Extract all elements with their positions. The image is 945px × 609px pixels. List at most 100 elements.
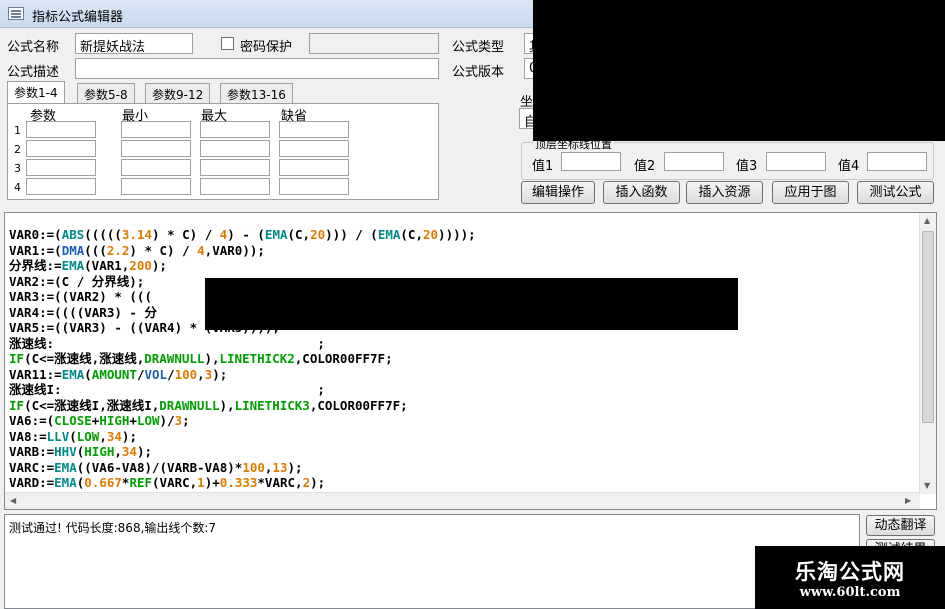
code-line[interactable]: VAR11:=EMA(AMOUNT/VOL/100,3); [9,367,476,383]
tab-params-5-8[interactable]: 参数5-8 [77,83,135,103]
code-token: ), [204,351,220,366]
code-token: (VAR1, [84,258,130,273]
code-token: DMA [61,242,85,258]
code-line[interactable]: IF(C<=涨速线,涨速线,DRAWNULL),LINETHICK2,COLOR… [9,351,476,367]
insert-function-button[interactable]: 插入函数 [603,181,680,204]
type-label: 公式类型 [452,40,505,55]
code-token: ); [287,459,303,475]
param-default-cell[interactable] [279,178,349,195]
param-name-cell[interactable] [26,121,96,138]
code-token: / [167,366,175,382]
code-editor[interactable]: VAR0:=(ABS(((((3.14) * C) / 4) - (EMA(C,… [4,212,937,510]
status-box: 测试通过! 代码长度:868,输出线个数:7 [4,514,860,609]
horizontal-scrollbar[interactable]: ◀ ▶ [5,492,920,509]
axis-value3-input[interactable] [766,152,826,171]
name-input[interactable]: 新提妖战法 [75,33,193,54]
param-min-cell[interactable] [121,178,191,195]
tab-params-9-12[interactable]: 参数9-12 [145,83,211,103]
code-token: VARD:= [9,475,55,490]
code-token: , [114,444,122,459]
insert-resource-button[interactable]: 插入资源 [686,181,763,204]
desc-label: 公式描述 [7,65,60,80]
code-line[interactable]: IF(C<=涨速线I,涨速线I,DRAWNULL),LINETHICK3,COL… [9,398,476,414]
param-name-cell[interactable] [26,140,96,157]
password-checkbox[interactable] [221,37,234,50]
code-token: 0.667 [84,475,122,490]
code-token: ) * C) / [152,227,220,242]
param-min-cell[interactable] [121,121,191,138]
code-token: EMA [264,227,288,242]
scroll-right-icon[interactable]: ▶ [905,496,911,505]
code-token: + [129,413,137,428]
code-line[interactable]: VARD:=EMA(0.667*REF(VARC,1)+0.333*VARC,2… [9,475,476,491]
password-input[interactable] [309,33,439,54]
code-line[interactable]: 涨速线I: ; [9,382,476,398]
code-token: 涨速线: ; [9,335,325,351]
code-token: CLOSE [54,413,92,428]
vertical-scrollbar[interactable]: ▲ ▼ [919,213,936,494]
scroll-up-icon[interactable]: ▲ [924,216,930,225]
code-line[interactable]: 涨速线: ; [9,336,476,352]
edit-operations-button[interactable]: 编辑操作 [521,181,595,204]
code-token: ))) / ( [325,227,378,242]
window-title: 指标公式编辑器 [32,10,124,25]
axis-value3-label: 值3 [736,159,758,174]
code-token: ); [121,428,137,444]
code-line[interactable]: VAR0:=(ABS(((((3.14) * C) / 4) - (EMA(C,… [9,227,476,243]
code-token: ((( [84,242,107,258]
axis-value1-label: 值1 [532,159,554,174]
code-line[interactable]: VA6:=(CLOSE+HIGH+LOW)/3; [9,413,476,429]
code-token: HHV [54,444,77,459]
code-token: (C<=涨速线I,涨速线I, [24,397,160,413]
status-message: 测试通过! 代码长度:868,输出线个数:7 [9,521,217,535]
code-token: 1 [197,475,205,490]
param-max-cell[interactable] [200,178,270,195]
code-token: EMA [54,475,77,490]
scroll-down-icon[interactable]: ▼ [924,481,930,490]
code-token: 0.333 [219,475,258,490]
code-token: ) * C) / [129,242,198,258]
param-min-cell[interactable] [121,159,191,176]
param-max-cell[interactable] [200,159,270,176]
code-token: LLV [46,428,70,444]
code-token: 100 [242,459,265,475]
code-line[interactable]: VAR1:=(DMA(((2.2) * C) / 4,VAR0)); [9,243,476,259]
param-max-cell[interactable] [200,140,270,157]
tab-params-1-4[interactable]: 参数1-4 [7,81,65,103]
code-token: VAR4:=((((VAR3) - 分 [9,304,157,320]
apply-to-chart-button[interactable]: 应用于图 [772,181,849,204]
param-max-cell[interactable] [200,121,270,138]
code-token: 3 [174,413,183,428]
code-line[interactable]: VARB:=HHV(HIGH,34); [9,444,476,460]
code-token: ,VAR0)); [204,242,265,258]
code-line[interactable]: 分界线:=EMA(VAR1,200); [9,258,476,274]
test-formula-button[interactable]: 测试公式 [857,181,934,204]
code-token: EMA [61,258,85,273]
param-default-cell[interactable] [279,121,349,138]
desc-input[interactable] [75,58,439,79]
code-token: VAR1:=( [9,242,62,258]
param-table: 参数 最小 最大 缺省 1 2 3 4 [7,103,439,200]
axis-value4-input[interactable] [867,152,927,171]
watermark-name: 乐淘公式网 [795,559,905,584]
param-min-cell[interactable] [121,140,191,157]
code-token: EMA [61,366,85,382]
param-default-cell[interactable] [279,159,349,176]
axis-value2-input[interactable] [664,152,724,171]
formula-editor-window: 指标公式编辑器 公式名称 新提妖战法 密码保护 公式类型 其 公式描述 公式版本… [0,0,945,609]
code-token: ,COLOR00FF7F; [294,351,393,366]
param-default-cell[interactable] [279,140,349,157]
version-label: 公式版本 [452,65,505,80]
scroll-thumb[interactable] [922,231,934,423]
tab-params-13-16[interactable]: 参数13-16 [220,83,293,103]
code-token: IF [9,397,25,413]
formula-code[interactable]: VAR0:=(ABS(((((3.14) * C) / 4) - (EMA(C,… [9,227,476,491]
axis-value1-input[interactable] [561,152,621,171]
code-token: ( [69,428,77,444]
scroll-left-icon[interactable]: ◀ [10,496,16,505]
dynamic-translate-button[interactable]: 动态翻译 [866,515,935,536]
param-name-cell[interactable] [26,159,96,176]
param-name-cell[interactable] [26,178,96,195]
code-line[interactable]: VARC:=EMA((VA6-VA8)/(VARB-VA8)*100,13); [9,460,476,476]
code-line[interactable]: VA8:=LLV(LOW,34); [9,429,476,445]
